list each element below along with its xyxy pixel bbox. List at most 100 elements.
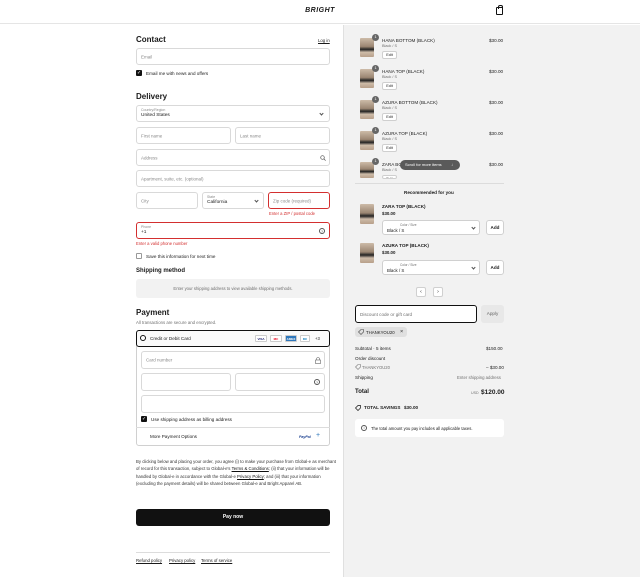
- chevron-down-icon: [319, 111, 324, 116]
- email-placeholder: Email: [141, 54, 153, 59]
- scroll-more-pill[interactable]: Scroll for more items ↓: [400, 160, 460, 170]
- zip-error: Enter a ZIP / postal code: [269, 211, 316, 216]
- currency-label: USD: [471, 391, 479, 395]
- address-field[interactable]: Address: [136, 149, 330, 166]
- variant-select[interactable]: Color / Size Black / S: [382, 260, 480, 275]
- email-field[interactable]: Email: [136, 48, 330, 65]
- product-image: [360, 162, 374, 178]
- amex-icon: AMEX: [285, 335, 297, 342]
- card-option-label: Credit or Debit Card: [150, 336, 191, 341]
- privacy-link[interactable]: Privacy Policy: [237, 474, 264, 479]
- state-value: California: [207, 200, 228, 205]
- applied-discount-tag: THANKYOU20 ×: [355, 327, 407, 337]
- paypal-icon: PayPal: [299, 435, 311, 439]
- lock-icon: [315, 357, 321, 364]
- card-radio[interactable]: [140, 335, 146, 341]
- top-bar: BRIGHT: [0, 0, 640, 24]
- phone-field[interactable]: Phone +1 ?: [136, 222, 330, 239]
- product-image: [360, 100, 374, 119]
- last-name-field[interactable]: Last name: [235, 127, 330, 144]
- address-placeholder: Address: [141, 155, 158, 160]
- state-select[interactable]: State California: [202, 192, 264, 209]
- plus-icon[interactable]: +: [316, 432, 320, 439]
- product-name: AZURA TOP (BLACK): [382, 131, 428, 136]
- edit-button[interactable]: Edit: [382, 144, 397, 152]
- privacy-policy-link[interactable]: Privacy policy: [169, 558, 195, 563]
- add-button[interactable]: Add: [486, 220, 504, 235]
- tag-icon: [355, 364, 361, 370]
- quantity-badge: 1: [372, 34, 379, 41]
- select-label: Color / Size: [400, 223, 417, 227]
- product-variant: Black / S: [382, 137, 397, 141]
- legal-text: By clicking below and placing your order…: [136, 458, 336, 488]
- shipping-placeholder-box: Enter your shipping address to view avai…: [136, 279, 330, 298]
- name-on-card-field[interactable]: [141, 395, 325, 413]
- help-icon[interactable]: ?: [314, 379, 320, 385]
- next-button[interactable]: ›: [433, 287, 443, 297]
- quantity-badge: 1: [372, 65, 379, 72]
- subtotal-value: $150.00: [486, 346, 503, 351]
- save-info-label: Save this information for next time: [146, 254, 216, 259]
- country-select[interactable]: Country/Region United States: [136, 105, 330, 122]
- footer-divider: [136, 552, 330, 553]
- card-number-field[interactable]: Card number: [141, 351, 325, 369]
- first-name-placeholder: First name: [141, 133, 163, 138]
- chevron-down-icon: [471, 265, 476, 270]
- add-button[interactable]: Add: [486, 260, 504, 275]
- select-value: Black / S: [387, 268, 405, 273]
- shipping-value: Enter shipping address: [457, 375, 501, 380]
- expiry-field[interactable]: [141, 373, 231, 391]
- previous-button[interactable]: ‹: [416, 287, 426, 297]
- total-savings-label: TOTAL SAVINGS: [364, 405, 401, 410]
- security-code-field[interactable]: ?: [235, 373, 325, 391]
- help-icon[interactable]: ?: [319, 228, 325, 234]
- apply-button[interactable]: Apply: [481, 305, 504, 323]
- refund-policy-link[interactable]: Refund policy: [136, 558, 162, 563]
- apartment-field[interactable]: Apartment, suite, etc. (optional): [136, 170, 330, 187]
- save-info-checkbox[interactable]: [136, 253, 142, 259]
- apartment-placeholder: Apartment, suite, etc. (optional): [141, 176, 204, 181]
- recommended-heading: Recommended for you: [404, 190, 454, 195]
- email-news-checkbox[interactable]: [136, 70, 142, 76]
- brand-logo[interactable]: BRIGHT: [300, 7, 340, 14]
- shopping-bag-icon[interactable]: [496, 5, 503, 15]
- login-link[interactable]: Log in: [318, 38, 330, 43]
- pay-now-button[interactable]: Pay now: [136, 509, 330, 526]
- quantity-badge: 1: [372, 96, 379, 103]
- discount-code-input[interactable]: Discount code or gift card: [355, 305, 477, 323]
- terms-of-service-link[interactable]: Terms of service: [201, 558, 232, 563]
- city-placeholder: City: [141, 198, 149, 203]
- edit-button[interactable]: Edit: [382, 113, 397, 121]
- product-price: $30.00: [489, 162, 504, 167]
- edit-button[interactable]: Edit: [382, 175, 397, 179]
- product-name: AZURA TOP (BLACK): [382, 243, 429, 248]
- email-news-label: Email me with news and offers: [146, 71, 209, 76]
- state-label: State: [207, 195, 216, 199]
- shipping-label: Shipping: [355, 375, 373, 380]
- product-image: [360, 69, 374, 88]
- product-variant: Black / S: [382, 168, 397, 172]
- product-price: $30.00: [489, 100, 504, 105]
- first-name-field[interactable]: First name: [136, 127, 231, 144]
- tag-icon: [355, 405, 361, 411]
- variant-select[interactable]: Color / Size Black / S: [382, 220, 480, 235]
- mastercard-icon: MC: [270, 335, 282, 342]
- product-image: [360, 243, 374, 263]
- shipping-placeholder-text: Enter your shipping address to view avai…: [173, 286, 293, 291]
- edit-button[interactable]: Edit: [382, 82, 397, 90]
- product-name: AZURA BOTTOM (BLACK): [382, 100, 438, 105]
- edit-button[interactable]: Edit: [382, 51, 397, 59]
- subtotal-label: Subtotal · 5 items: [355, 346, 391, 351]
- terms-link[interactable]: Terms & Conditions: [232, 466, 269, 471]
- product-price: $30.00: [489, 69, 504, 74]
- more-payment-options-label[interactable]: More Payment Options: [150, 434, 197, 439]
- total-label: Total: [355, 389, 369, 395]
- billing-same-checkbox[interactable]: [141, 416, 147, 422]
- zip-field[interactable]: Zip code (required): [268, 192, 330, 209]
- card-number-placeholder: Card number: [146, 357, 173, 363]
- phone-error: Enter a valid phone number: [136, 241, 188, 246]
- product-price: $30.00: [489, 38, 504, 43]
- tax-info-text: The total amount you pay includes all ap…: [371, 426, 473, 431]
- remove-discount-icon[interactable]: ×: [400, 329, 403, 335]
- city-field[interactable]: City: [136, 192, 198, 209]
